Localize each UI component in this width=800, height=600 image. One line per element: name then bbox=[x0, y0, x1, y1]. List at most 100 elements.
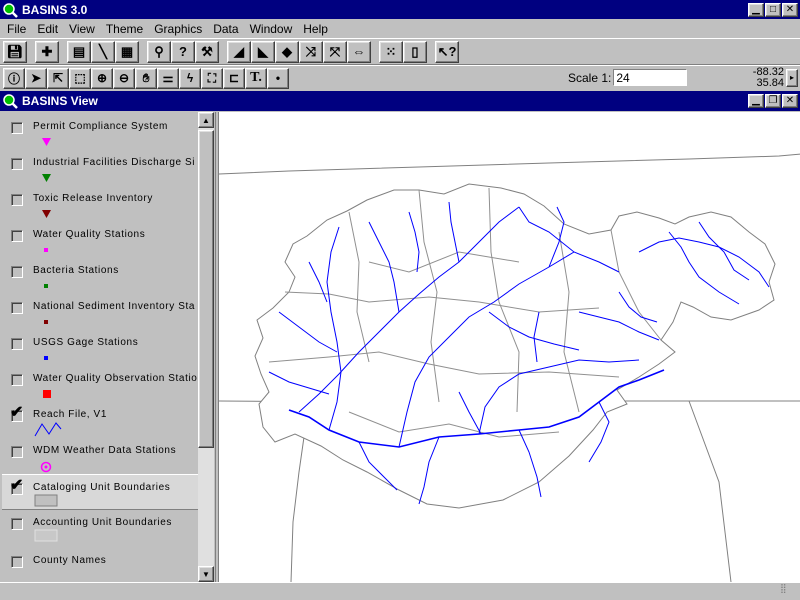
scale-input[interactable] bbox=[613, 69, 688, 86]
pointer-tool[interactable]: ➤ bbox=[25, 67, 47, 89]
theme-visibility-checkbox[interactable]: ✔ bbox=[10, 478, 23, 495]
vertex-edit-tool[interactable]: ⇱ bbox=[47, 67, 69, 89]
square-marker-icon bbox=[44, 248, 48, 252]
view-minimize-button[interactable]: ▁ bbox=[748, 94, 764, 108]
theme-name: USGS Gage Stations bbox=[33, 337, 139, 348]
zoom-in-button[interactable]: ⤨ bbox=[299, 40, 323, 63]
theme-properties-button[interactable]: ▤ bbox=[67, 40, 91, 63]
theme-entry[interactable]: ✔ Cataloging Unit Boundaries bbox=[2, 474, 200, 510]
menu-graphics[interactable]: Graphics bbox=[149, 22, 208, 36]
theme-entry[interactable]: Toxic Release Inventory bbox=[2, 186, 200, 222]
view-close-button[interactable]: ✕ bbox=[782, 94, 798, 108]
resize-grip-icon[interactable]: ⣿ bbox=[780, 584, 794, 597]
theme-entry[interactable]: Industrial Facilities Discharge Si bbox=[2, 150, 200, 186]
zoom-full-extent-button[interactable]: ◢ bbox=[227, 40, 251, 63]
zoom-out-tool[interactable]: ⊖ bbox=[113, 67, 135, 89]
area-of-interest-tool[interactable]: ⛶ bbox=[201, 67, 223, 89]
scroll-thumb[interactable] bbox=[198, 130, 214, 448]
view-title-bar[interactable]: BASINS View ▁ ❐ ✕ bbox=[0, 91, 800, 111]
theme-visibility-checkbox[interactable] bbox=[11, 374, 23, 386]
theme-visibility-checkbox[interactable] bbox=[11, 266, 23, 278]
select-features-button[interactable]: ⁙ bbox=[379, 40, 403, 63]
maximize-button[interactable]: □ bbox=[765, 2, 781, 17]
map-display[interactable] bbox=[218, 112, 800, 582]
menu-window[interactable]: Window bbox=[245, 22, 299, 36]
point-icon: • bbox=[275, 71, 281, 85]
theme-entry[interactable]: USGS Gage Stations bbox=[2, 330, 200, 366]
menu-help[interactable]: Help bbox=[298, 22, 334, 36]
theme-entry[interactable]: Water Quality Stations bbox=[2, 222, 200, 258]
toolbar-arrow-button[interactable]: ▸ bbox=[786, 69, 798, 87]
pan-tool[interactable]: ✋︎ bbox=[135, 67, 157, 89]
theme-name: Reach File, V1 bbox=[33, 409, 107, 420]
hammer-button[interactable]: ⚒ bbox=[195, 40, 219, 63]
menu-view[interactable]: View bbox=[64, 22, 101, 36]
zoom-in-tool[interactable]: ⊕ bbox=[91, 67, 113, 89]
theme-entry[interactable]: Water Quality Observation Statio bbox=[2, 366, 200, 402]
watershed-map[interactable] bbox=[219, 112, 800, 582]
clear-selection-button[interactable]: ▯ bbox=[403, 40, 427, 63]
close-button[interactable]: ✕ bbox=[782, 2, 798, 17]
basins-globe-icon bbox=[3, 2, 18, 18]
open-table-button[interactable]: ▦ bbox=[115, 40, 139, 63]
label-tool[interactable]: ⊏ bbox=[223, 67, 245, 89]
query-builder-button[interactable]: ? bbox=[171, 40, 195, 63]
identify-tool[interactable]: ⓘ bbox=[3, 67, 25, 89]
save-project-button[interactable]: 💾︎ bbox=[3, 40, 27, 63]
find-button[interactable]: ⚲ bbox=[147, 40, 171, 63]
text-t-icon: T. bbox=[250, 70, 262, 85]
toc-scrollbar[interactable]: ▲ ▼ bbox=[198, 112, 214, 582]
zoom-out-button[interactable]: ⤧ bbox=[323, 40, 347, 63]
checkmark-icon: ✔ bbox=[10, 404, 24, 421]
zoom-active-themes-button[interactable]: ◣ bbox=[251, 40, 275, 63]
menu-file[interactable]: File bbox=[2, 22, 32, 36]
theme-name: Water Quality Stations bbox=[33, 229, 146, 240]
theme-visibility-checkbox[interactable] bbox=[11, 338, 23, 350]
help-button[interactable]: ↖? bbox=[435, 40, 459, 63]
scroll-up-button[interactable]: ▲ bbox=[198, 112, 214, 128]
app-title-bar[interactable]: BASINS 3.0 ▁ □ ✕ bbox=[0, 0, 800, 19]
theme-entry[interactable]: Accounting Unit Boundaries bbox=[2, 510, 200, 546]
theme-visibility-checkbox[interactable] bbox=[11, 230, 23, 242]
theme-visibility-checkbox[interactable] bbox=[11, 158, 23, 170]
menu-edit[interactable]: Edit bbox=[32, 22, 64, 36]
theme-entry[interactable]: National Sediment Inventory Sta bbox=[2, 294, 200, 330]
theme-name: Bacteria Stations bbox=[33, 265, 119, 276]
menu-data[interactable]: Data bbox=[208, 22, 244, 36]
edit-legend-button[interactable]: ╲ bbox=[91, 40, 115, 63]
zoom-out-arrows-icon: ⤧ bbox=[329, 43, 341, 59]
theme-entry[interactable]: County Names bbox=[2, 548, 200, 582]
add-theme-button[interactable]: ✚ bbox=[35, 40, 59, 63]
select-feature-tool[interactable]: ⬚ bbox=[69, 67, 91, 89]
theme-entry[interactable]: WDM Weather Data Stations bbox=[2, 438, 200, 474]
ruler-icon: ⚌ bbox=[162, 71, 174, 85]
theme-name: Industrial Facilities Discharge Si bbox=[33, 157, 196, 168]
hand-icon: ✋︎ bbox=[142, 70, 150, 85]
scroll-down-button[interactable]: ▼ bbox=[198, 566, 214, 582]
zoom-selected-button[interactable]: ◆ bbox=[275, 40, 299, 63]
theme-visibility-checkbox[interactable] bbox=[11, 518, 23, 530]
label-icon: ⊏ bbox=[228, 71, 240, 85]
text-tool[interactable]: T. bbox=[245, 67, 267, 89]
theme-entry[interactable]: Bacteria Stations bbox=[2, 258, 200, 294]
zoom-selected-icon: ◆ bbox=[282, 43, 292, 59]
theme-visibility-checkbox[interactable] bbox=[11, 446, 23, 458]
theme-visibility-checkbox[interactable] bbox=[11, 302, 23, 314]
theme-visibility-checkbox[interactable] bbox=[11, 194, 23, 206]
theme-entry[interactable]: Permit Compliance System bbox=[2, 114, 200, 150]
view-globe-icon bbox=[3, 94, 18, 109]
measure-tool[interactable]: ⚌ bbox=[157, 67, 179, 89]
draw-point-tool[interactable]: • bbox=[267, 67, 289, 89]
minimize-button[interactable]: ▁ bbox=[748, 2, 764, 17]
triangle-marker-icon bbox=[42, 210, 51, 218]
zoom-previous-button[interactable]: ⇔ bbox=[347, 40, 371, 63]
theme-visibility-checkbox[interactable]: ✔ bbox=[10, 405, 23, 422]
theme-entry[interactable]: ✔ Reach File, V1 bbox=[2, 402, 200, 438]
menu-theme[interactable]: Theme bbox=[101, 22, 149, 36]
theme-visibility-checkbox[interactable] bbox=[11, 122, 23, 134]
zoom-in-icon: ⊕ bbox=[96, 71, 108, 85]
view-restore-button[interactable]: ❐ bbox=[765, 94, 781, 108]
hotlink-tool[interactable]: ϟ bbox=[179, 67, 201, 89]
theme-visibility-checkbox[interactable] bbox=[11, 556, 23, 568]
clear-selection-icon: ▯ bbox=[411, 43, 419, 59]
